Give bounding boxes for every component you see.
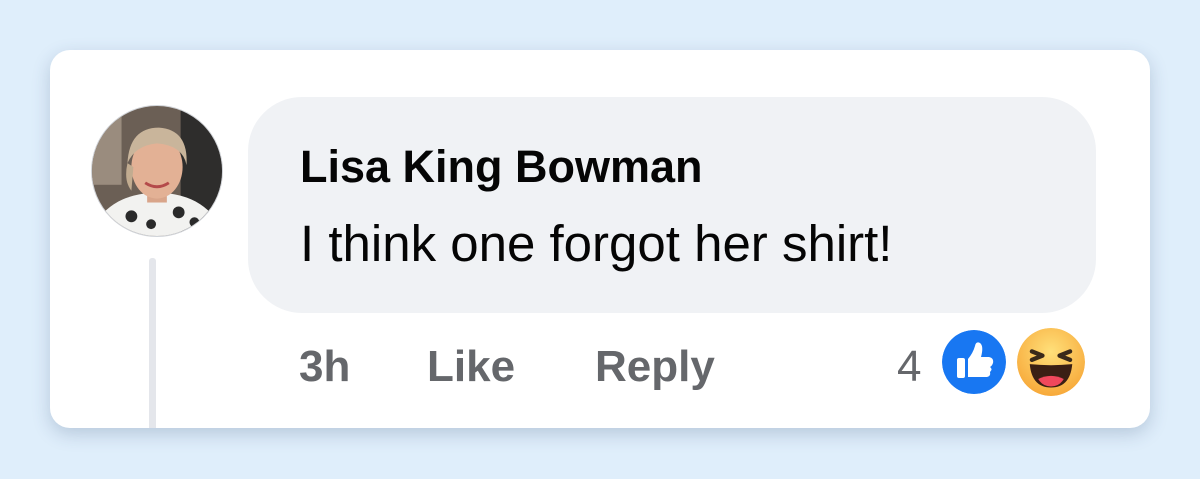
avatar-photo bbox=[92, 106, 222, 236]
haha-reaction-icon[interactable] bbox=[1013, 324, 1089, 400]
like-button[interactable]: Like bbox=[427, 342, 515, 392]
avatar[interactable] bbox=[91, 105, 223, 237]
comment-card: Lisa King Bowman I think one forgot her … bbox=[50, 50, 1150, 428]
comment-author[interactable]: Lisa King Bowman bbox=[300, 141, 703, 193]
reply-button[interactable]: Reply bbox=[595, 342, 715, 392]
comment-text: I think one forgot her shirt! bbox=[300, 215, 893, 272]
like-reaction-icon[interactable] bbox=[938, 326, 1010, 398]
comment-timestamp[interactable]: 3h bbox=[299, 342, 350, 392]
comment-bubble: Lisa King Bowman I think one forgot her … bbox=[248, 97, 1096, 313]
reaction-count[interactable]: 4 bbox=[897, 342, 921, 392]
